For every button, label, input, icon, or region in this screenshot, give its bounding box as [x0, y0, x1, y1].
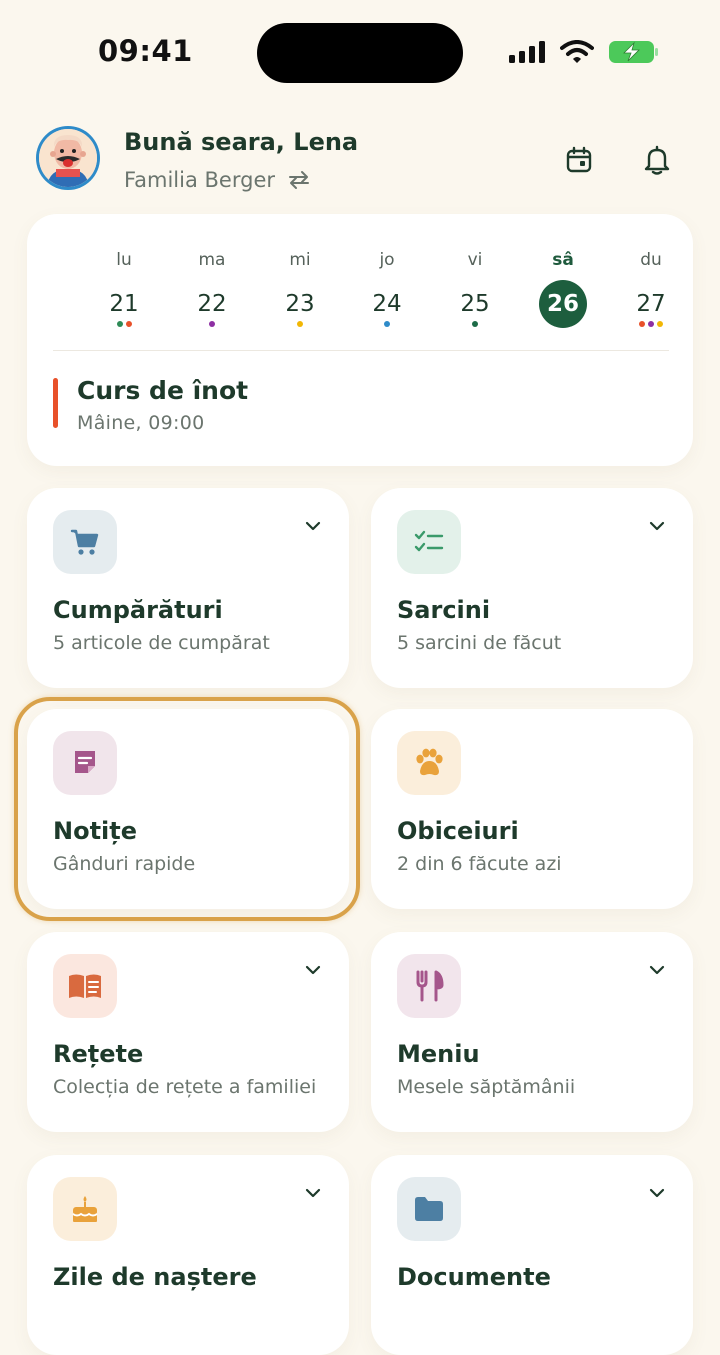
status-bar: 09:41	[0, 0, 720, 106]
chevron-down-icon[interactable]	[647, 1183, 667, 1203]
avatar[interactable]	[36, 126, 100, 190]
tile-tasks[interactable]: Sarcini 5 sarcini de făcut	[371, 488, 693, 688]
cutlery-icon	[416, 970, 444, 1002]
day-name: jo	[379, 250, 395, 270]
paw-icon	[416, 748, 443, 776]
event-dot	[125, 321, 132, 327]
tile-recipes[interactable]: Rețete Colecția de rețete a familiei	[27, 932, 349, 1132]
tile-icon-box	[397, 954, 461, 1018]
cart-icon	[70, 529, 99, 555]
tile-subtitle: Mesele săptămânii	[397, 1076, 576, 1098]
chevron-down-icon[interactable]	[303, 1183, 323, 1203]
chevron-down-icon[interactable]	[303, 960, 323, 980]
wifi-icon	[560, 40, 594, 63]
chevron-down-icon[interactable]	[303, 516, 323, 536]
chevron-down-icon[interactable]	[647, 960, 667, 980]
event-time: Mâine, 09:00	[77, 412, 205, 434]
day-name: sâ	[552, 250, 574, 270]
family-switcher[interactable]: Familia Berger	[124, 168, 311, 192]
avatar-image	[39, 129, 97, 187]
focus-highlight	[14, 697, 360, 921]
avatar-illustration	[39, 129, 97, 187]
tile-icon-box	[53, 510, 117, 574]
tile-birthdays[interactable]: Zile de naștere	[27, 1155, 349, 1355]
tile-subtitle: 5 sarcini de făcut	[397, 632, 562, 654]
calendar-icon	[566, 146, 592, 173]
tile-title: Meniu	[397, 1040, 480, 1068]
event-title: Curs de înot	[77, 376, 249, 405]
tile-title: Cumpărături	[53, 596, 223, 624]
day-name: lu	[116, 250, 132, 270]
tile-icon-box	[53, 954, 117, 1018]
event-dots	[447, 321, 503, 327]
tile-icon-box	[397, 1177, 461, 1241]
tile-title: Rețete	[53, 1040, 144, 1068]
event-dot	[639, 321, 645, 327]
event-dot	[297, 321, 303, 327]
event-dot	[657, 321, 663, 327]
family-name: Familia Berger	[124, 168, 275, 192]
event-dots	[96, 321, 152, 327]
greeting-text: Bună seara, Lena	[124, 128, 359, 156]
event-dot	[116, 321, 123, 327]
tile-icon-box	[397, 731, 461, 795]
cellular-signal-icon	[509, 41, 545, 63]
event-dot	[648, 321, 654, 327]
tile-habits[interactable]: Obiceiuri 2 din 6 făcute azi	[371, 709, 693, 909]
day-name: mi	[289, 250, 311, 270]
cake-icon	[72, 1196, 98, 1222]
checklist-icon	[414, 530, 444, 552]
event-dots	[272, 321, 328, 327]
day-name: du	[640, 250, 662, 270]
event-dot	[472, 321, 478, 327]
event-dot	[209, 321, 215, 327]
day-name: ma	[198, 250, 226, 270]
day-number: 26	[539, 280, 587, 328]
day-name: vi	[467, 250, 483, 270]
event-dots	[184, 321, 240, 327]
folder-icon	[415, 1197, 443, 1221]
tile-icon-box	[53, 1177, 117, 1241]
book-icon	[69, 974, 101, 998]
week-strip: lu 21 ma 22 mi 23 jo 24 vi 25 sâ 26 du 2…	[54, 214, 670, 344]
chevron-down-icon[interactable]	[647, 516, 667, 536]
event-dots	[359, 321, 415, 327]
tile-title: Zile de naștere	[53, 1263, 257, 1291]
status-time: 09:41	[98, 34, 193, 68]
tile-title: Sarcini	[397, 596, 491, 624]
tile-subtitle: 2 din 6 făcute azi	[397, 853, 562, 875]
bell-icon	[644, 145, 670, 175]
event-dot	[384, 321, 390, 327]
battery-charging-icon	[609, 41, 658, 63]
tile-subtitle: Colecția de rețete a familiei	[53, 1076, 317, 1098]
switch-arrows-icon	[289, 171, 309, 189]
tile-icon-box	[397, 510, 461, 574]
tile-title: Obiceiuri	[397, 817, 519, 845]
week-calendar-card: lu 21 ma 22 mi 23 jo 24 vi 25 sâ 26 du 2…	[27, 214, 693, 466]
calendar-button[interactable]	[563, 144, 595, 176]
event-dots	[623, 321, 679, 327]
header: Bună seara, Lena Familia Berger	[0, 120, 720, 200]
notifications-button[interactable]	[641, 144, 673, 176]
tile-documents[interactable]: Documente	[371, 1155, 693, 1355]
event-color-bar	[53, 378, 58, 428]
tile-title: Documente	[397, 1263, 551, 1291]
dynamic-island	[257, 23, 463, 83]
status-icons	[508, 38, 660, 66]
tile-menu[interactable]: Meniu Mesele săptămânii	[371, 932, 693, 1132]
calendar-divider	[53, 350, 669, 351]
tile-subtitle: 5 articole de cumpărat	[53, 632, 270, 654]
tile-shopping[interactable]: Cumpărături 5 articole de cumpărat	[27, 488, 349, 688]
